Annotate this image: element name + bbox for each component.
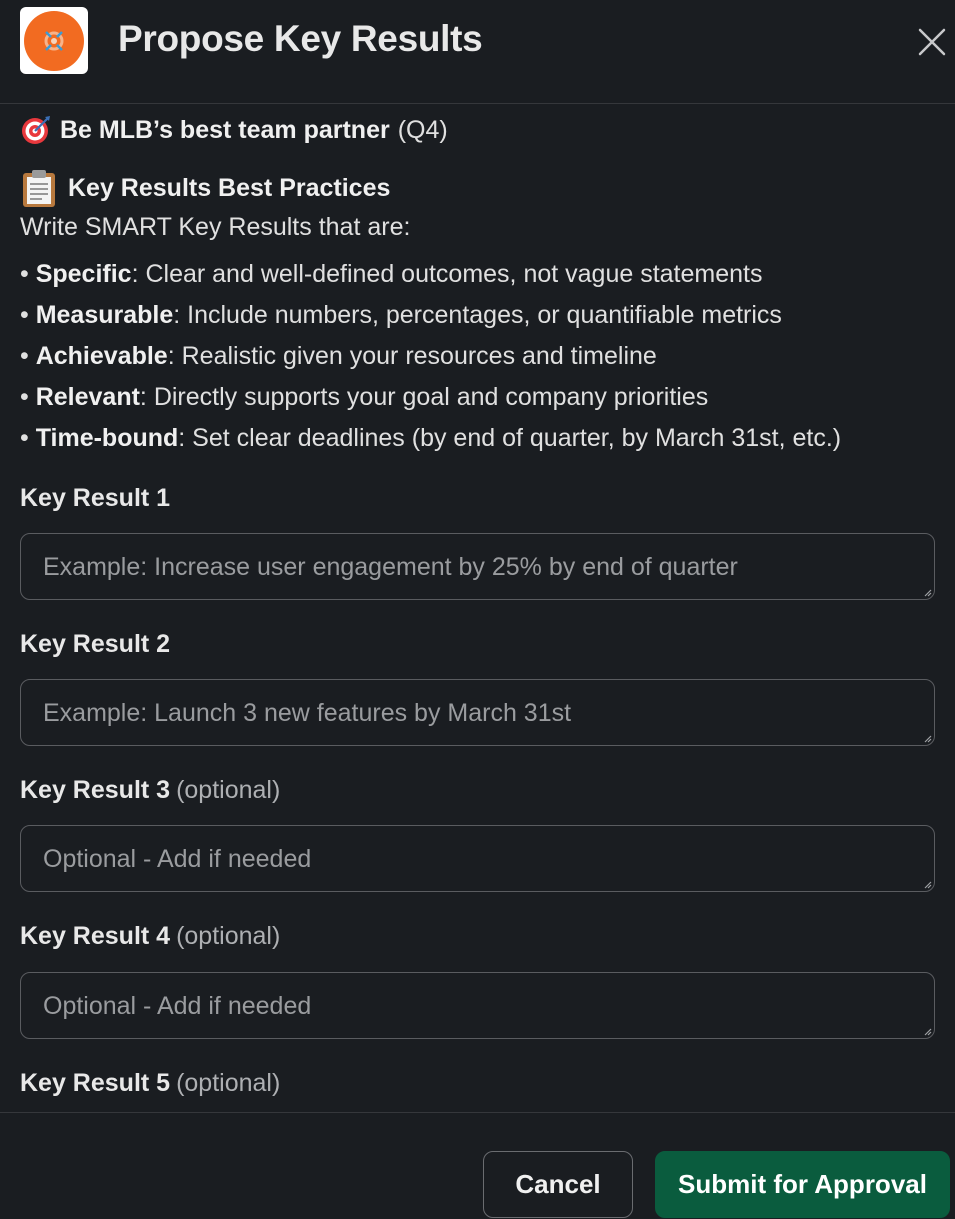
modal-header: Propose Key Results — [0, 0, 955, 104]
key-result-2-input[interactable] — [21, 680, 934, 745]
propose-key-results-modal: Propose Key Results Be MLB’s best team p… — [0, 0, 955, 1219]
resize-grip-icon[interactable] — [922, 733, 932, 743]
close-button[interactable] — [912, 22, 952, 62]
smart-list: • Specific: Clear and well-defined outco… — [20, 254, 841, 459]
key-result-4-field[interactable] — [20, 972, 935, 1039]
key-result-2-field[interactable] — [20, 679, 935, 746]
goal-name: Be MLB’s best team partner — [60, 115, 390, 144]
goal-quarter: (Q4) — [397, 115, 448, 144]
key-result-3-label: Key Result 3 (optional) — [20, 776, 281, 804]
resize-grip-icon[interactable] — [922, 587, 932, 597]
best-practices-title: Key Results Best Practices — [68, 173, 391, 202]
submit-for-approval-button[interactable]: Submit for Approval — [655, 1151, 950, 1218]
key-result-1-label: Key Result 1 — [20, 484, 171, 512]
resize-grip-icon[interactable] — [922, 1026, 932, 1036]
key-result-3-input[interactable] — [21, 826, 934, 891]
app-logo-icon — [20, 7, 88, 74]
list-item: • Time-bound: Set clear deadlines (by en… — [20, 424, 842, 452]
key-result-2-label: Key Result 2 — [20, 630, 171, 658]
list-item: • Measurable: Include numbers, percentag… — [20, 301, 782, 329]
modal-title: Propose Key Results — [118, 18, 483, 59]
dart-target-icon — [20, 114, 60, 146]
list-item: • Relevant: Directly supports your goal … — [20, 383, 709, 411]
list-item: • Specific: Clear and well-defined outco… — [20, 260, 763, 288]
modal-footer: Cancel Submit for Approval — [0, 1112, 955, 1219]
key-result-4-label: Key Result 4 (optional) — [20, 922, 281, 950]
resize-grip-icon[interactable] — [922, 879, 932, 889]
key-result-1-field[interactable] — [20, 533, 935, 600]
best-practices-intro: Write SMART Key Results that are: — [20, 213, 411, 241]
close-icon — [918, 28, 946, 56]
list-item: • Achievable: Realistic given your resou… — [20, 342, 657, 370]
key-result-1-input[interactable] — [21, 534, 934, 599]
best-practices-heading: Key Results Best Practices — [20, 168, 390, 208]
key-result-5-label: Key Result 5 (optional) — [20, 1069, 281, 1097]
clipboard-icon — [20, 168, 68, 208]
key-result-3-field[interactable] — [20, 825, 935, 892]
goal-line: Be MLB’s best team partner (Q4) — [20, 114, 448, 146]
key-result-4-input[interactable] — [21, 973, 934, 1038]
cancel-button[interactable]: Cancel — [483, 1151, 633, 1218]
